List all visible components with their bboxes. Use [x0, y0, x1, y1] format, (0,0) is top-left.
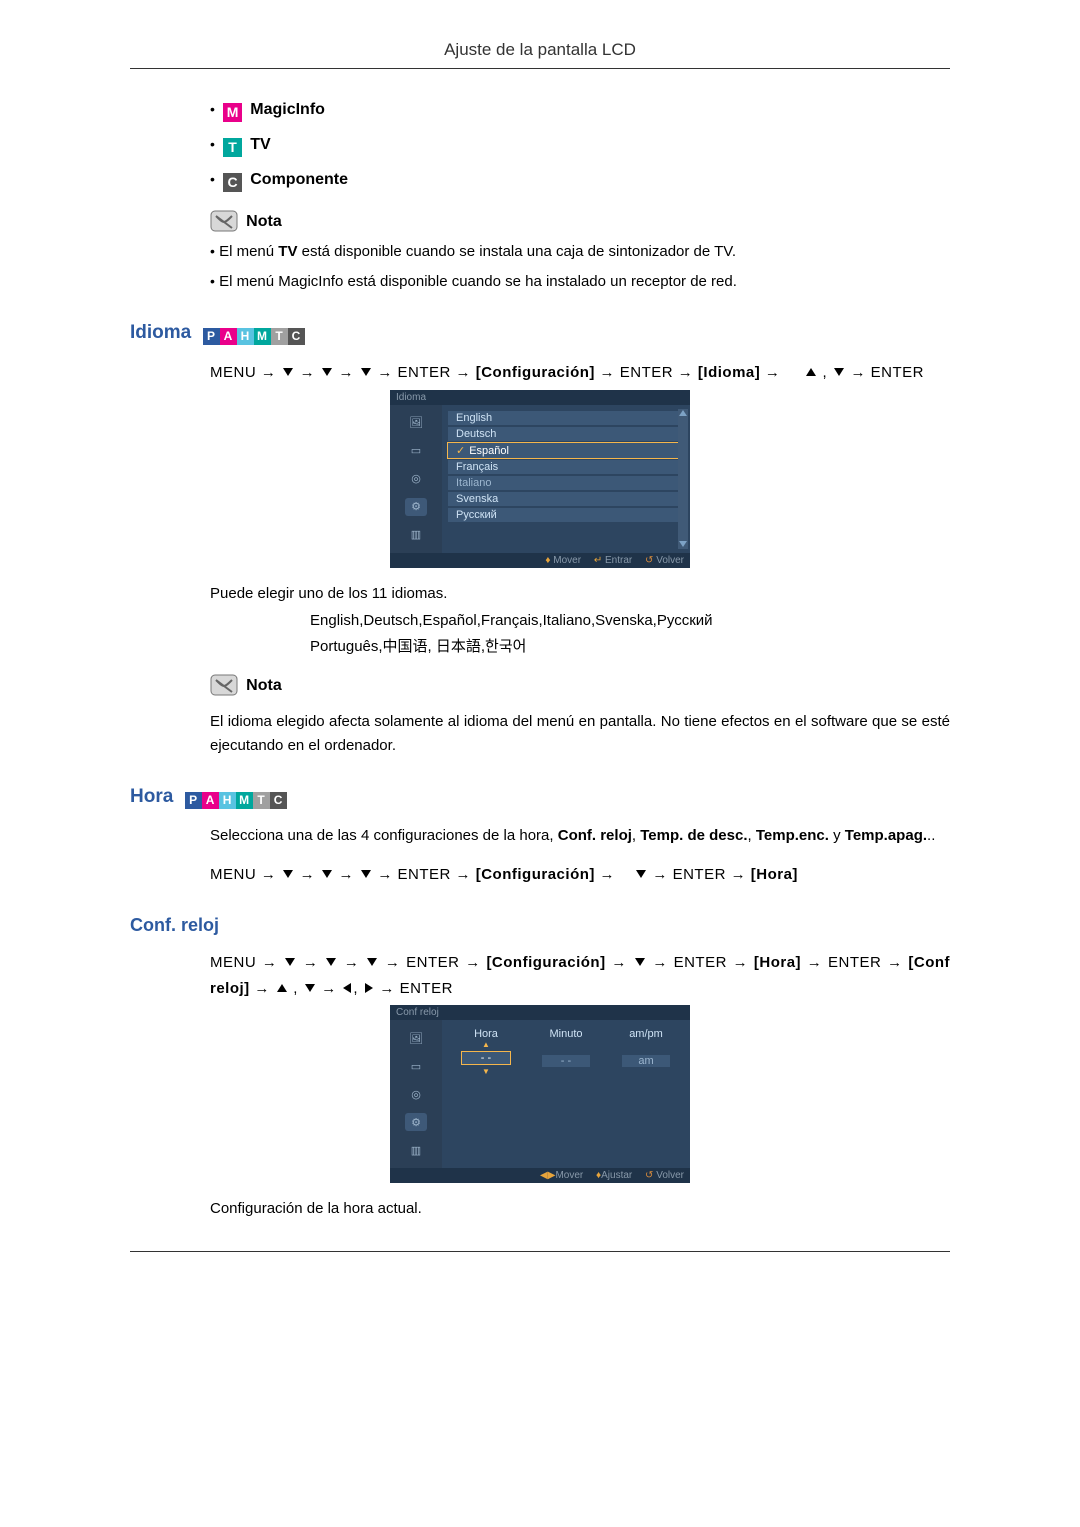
note-line-tv: • El menú TV está disponible cuando se i… [210, 240, 950, 264]
osd-tab-list: 🖼 ▭ ◎ ⚙ ▥ [390, 1020, 442, 1168]
section-heading-confreloj: Conf. reloj [130, 915, 950, 936]
osd-item-svenska[interactable]: Svenska [448, 492, 684, 506]
nav-path-idioma: MENU → → → → ENTER → [Configuración] → E… [210, 360, 950, 386]
note-heading-idioma: Nota [210, 674, 950, 696]
confreloj-body: Configuración de la hora actual. [210, 1197, 950, 1221]
osd-field-minuto[interactable]: - - [542, 1055, 590, 1067]
nav-path-confreloj: MENU → → → → ENTER → [Configuración] → →… [210, 950, 950, 1001]
idioma-note-body: El idioma elegido afecta solamente al id… [210, 710, 950, 758]
signal-badges: PAHMTC [185, 788, 287, 810]
osd-tab-input-icon[interactable]: ▭ [405, 1057, 427, 1075]
osd-col-minuto: Minuto [526, 1028, 606, 1040]
bullet-icon: • [210, 136, 215, 152]
osd-footer: ◀▶Mover ♦Ajustar ↺ Volver [390, 1168, 690, 1183]
osd-tab-input-icon[interactable]: ▭ [405, 442, 427, 460]
osd-item-francais[interactable]: Français [448, 460, 684, 474]
source-label: Componente [250, 171, 348, 188]
osd-item-english[interactable]: English [448, 411, 684, 425]
osd-item-russian[interactable]: Русский [448, 508, 684, 522]
osd-title: Conf reloj [390, 1005, 690, 1020]
note-heading: Nota [210, 210, 950, 232]
note-line-magicinfo: • El menú MagicInfo está disponible cuan… [210, 270, 950, 294]
osd-tab-settings-icon[interactable]: ⚙ [405, 498, 427, 516]
source-label: TV [250, 136, 270, 153]
osd-item-espanol[interactable]: ✓Español [448, 443, 684, 458]
osd-tab-disc-icon[interactable]: ◎ [405, 470, 427, 488]
source-badge-t: T [223, 138, 242, 157]
osd-item-deutsch[interactable]: Deutsch [448, 427, 684, 441]
note-icon [210, 674, 238, 696]
osd-col-ampm: am/pm [606, 1028, 686, 1040]
hora-intro: Selecciona una de las 4 configuraciones … [210, 824, 950, 848]
osd-tab-picture-icon[interactable]: 🖼 [405, 414, 427, 432]
footer-rule [130, 1251, 950, 1252]
osd-tab-multi-icon[interactable]: ▥ [405, 526, 427, 544]
osd-confreloj: Conf reloj 🖼 ▭ ◎ ⚙ ▥ Hora ▲ - - ▼ [390, 1005, 690, 1183]
page-title: Ajuste de la pantalla LCD [0, 40, 1080, 68]
idioma-lang-list-2: Português,中国语, 日本語,한국어 [310, 635, 950, 656]
osd-tab-list: 🖼 ▭ ◎ ⚙ ▥ [390, 405, 442, 553]
osd-scrollbar[interactable] [678, 409, 688, 549]
osd-idioma: Idioma 🖼 ▭ ◎ ⚙ ▥ English Deutsch ✓Españo… [390, 390, 690, 568]
source-item-magicinfo: • M MagicInfo [210, 99, 950, 122]
osd-tab-settings-icon[interactable]: ⚙ [405, 1113, 427, 1131]
signal-badges: PAHMTC [203, 324, 305, 346]
osd-item-italiano[interactable]: Italiano [448, 476, 684, 490]
osd-tab-disc-icon[interactable]: ◎ [405, 1085, 427, 1103]
osd-field-ampm[interactable]: am [622, 1055, 670, 1067]
note-icon [210, 210, 238, 232]
header-rule [130, 68, 950, 69]
source-badge-c: C [223, 173, 242, 192]
osd-tab-picture-icon[interactable]: 🖼 [405, 1029, 427, 1047]
bullet-icon: • [210, 171, 215, 187]
osd-language-list[interactable]: English Deutsch ✓Español Français Italia… [442, 405, 690, 553]
nav-path-hora: MENU → → → → ENTER → [Configuración] → →… [210, 862, 950, 888]
note-label: Nota [246, 213, 282, 230]
source-item-tv: • T TV [210, 134, 950, 157]
osd-title: Idioma [390, 390, 690, 405]
osd-field-hora[interactable]: - - [462, 1052, 510, 1064]
section-heading-idioma: Idioma PAHMTC [130, 322, 950, 346]
osd-clock-headers: Hora ▲ - - ▼ Minuto - - am/pm [442, 1020, 690, 1078]
osd-col-hora: Hora [446, 1028, 526, 1040]
source-badge-m: M [223, 103, 242, 122]
section-heading-hora: Hora PAHMTC [130, 786, 950, 810]
osd-footer: ♦ Mover ↵ Entrar ↺ Volver [390, 553, 690, 568]
idioma-lang-list-1: English,Deutsch,Español,Français,Italian… [310, 612, 950, 629]
osd-tab-multi-icon[interactable]: ▥ [405, 1141, 427, 1159]
note-label: Nota [246, 677, 282, 694]
bullet-icon: • [210, 101, 215, 117]
source-item-componente: • C Componente [210, 169, 950, 192]
source-label: MagicInfo [250, 101, 325, 118]
idioma-body-1: Puede elegir uno de los 11 idiomas. [210, 582, 950, 606]
